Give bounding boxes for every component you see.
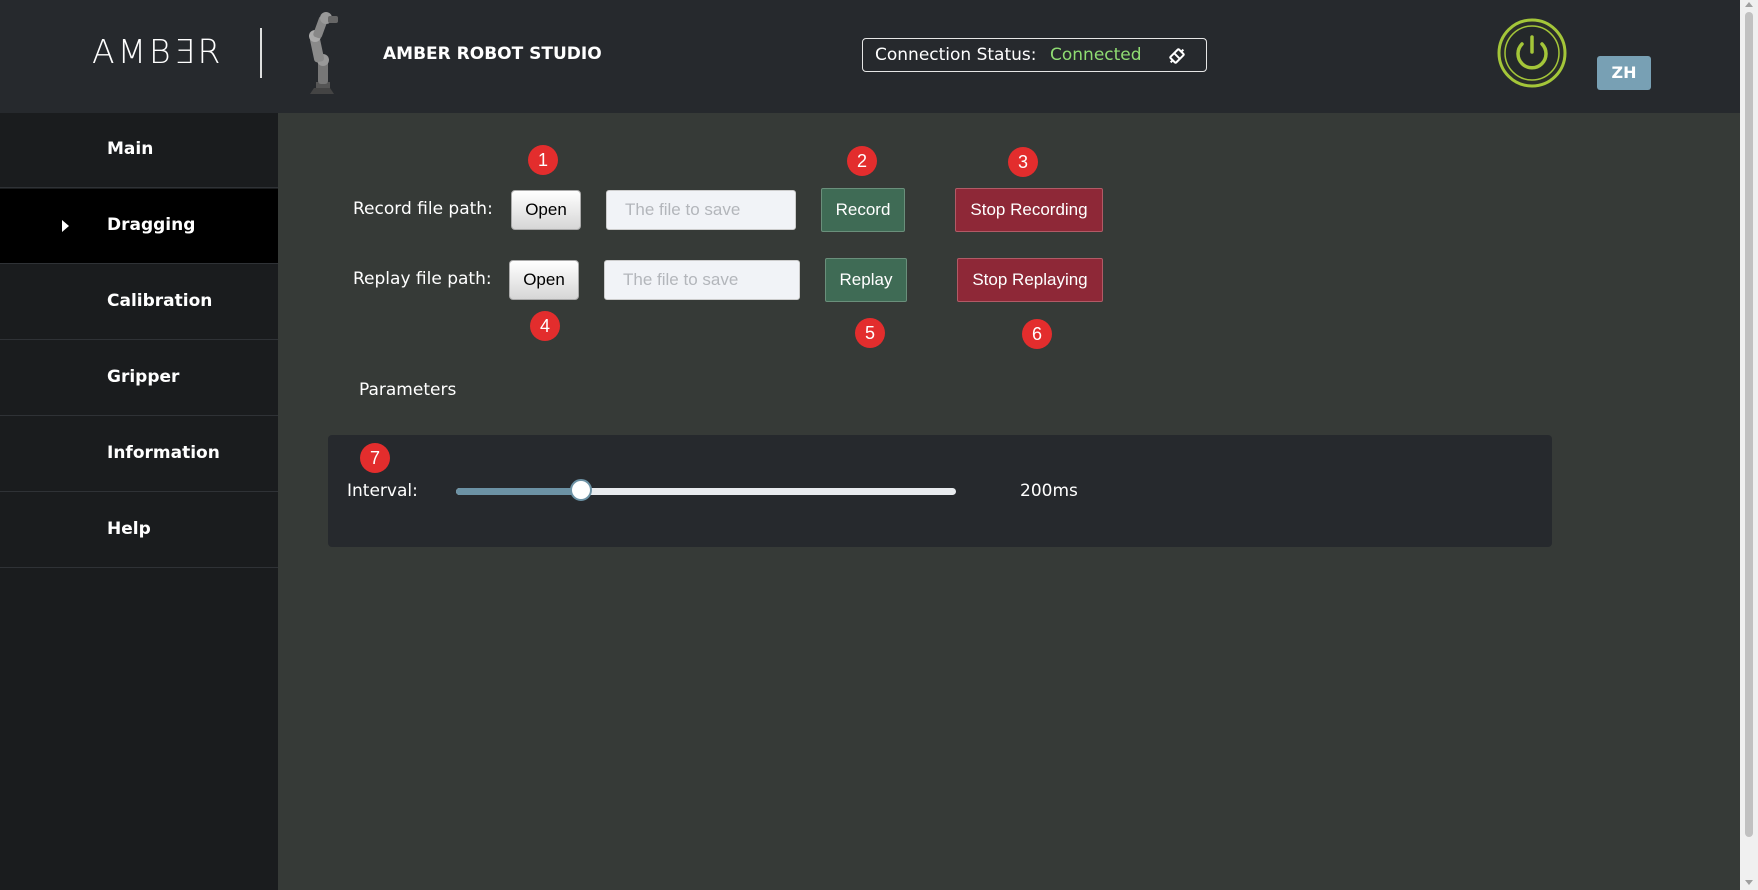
logo-divider bbox=[260, 28, 262, 78]
language-toggle-button[interactable]: ZH bbox=[1597, 56, 1651, 90]
sidebar-item-label: Calibration bbox=[107, 291, 213, 311]
stop-replaying-button[interactable]: Stop Replaying bbox=[957, 258, 1103, 302]
annotation-badge-4: 4 bbox=[530, 311, 560, 341]
record-button[interactable]: Record bbox=[821, 188, 905, 232]
sidebar-item-label: Dragging bbox=[107, 215, 196, 235]
interval-value: 200ms bbox=[1020, 481, 1078, 501]
robot-arm-image bbox=[309, 12, 338, 94]
sidebar-item-label: Information bbox=[107, 443, 220, 463]
studio-title: AMBER ROBOT STUDIO bbox=[383, 44, 602, 64]
caret-right-icon bbox=[62, 220, 69, 232]
connection-status-box: Connection Status: Connected bbox=[862, 38, 1207, 72]
interval-slider-fill bbox=[456, 488, 581, 495]
sidebar-item-label: Gripper bbox=[107, 367, 180, 387]
plug-icon[interactable] bbox=[1166, 45, 1188, 67]
scroll-down-arrow-icon[interactable] bbox=[1745, 880, 1753, 885]
stop-recording-button[interactable]: Stop Recording bbox=[955, 188, 1103, 232]
record-file-input[interactable] bbox=[606, 190, 796, 230]
sidebar-nav: Main Dragging Calibration Gripper Inform… bbox=[0, 113, 278, 890]
sidebar-item-dragging[interactable]: Dragging bbox=[0, 189, 278, 264]
interval-label: Interval: bbox=[347, 481, 418, 501]
sidebar-item-main[interactable]: Main bbox=[0, 113, 278, 188]
scroll-thumb[interactable] bbox=[1745, 12, 1753, 837]
replay-file-input[interactable] bbox=[604, 260, 800, 300]
connection-status-label: Connection Status: bbox=[875, 45, 1037, 65]
sidebar-item-gripper[interactable]: Gripper bbox=[0, 341, 278, 416]
record-file-path-label: Record file path: bbox=[353, 199, 493, 219]
replay-button[interactable]: Replay bbox=[825, 258, 907, 302]
annotation-badge-3: 3 bbox=[1008, 147, 1038, 177]
annotation-badge-5: 5 bbox=[855, 318, 885, 348]
interval-slider[interactable] bbox=[456, 479, 956, 501]
parameters-heading: Parameters bbox=[359, 380, 457, 400]
replay-file-path-label: Replay file path: bbox=[353, 269, 492, 289]
page-scrollbar[interactable] bbox=[1740, 0, 1758, 890]
scroll-up-arrow-icon[interactable] bbox=[1745, 2, 1753, 7]
replay-open-button[interactable]: Open bbox=[509, 260, 579, 300]
sidebar-item-help[interactable]: Help bbox=[0, 493, 278, 568]
sidebar-item-label: Main bbox=[107, 139, 154, 159]
annotation-badge-1: 1 bbox=[528, 145, 558, 175]
sidebar-item-label: Help bbox=[107, 519, 151, 539]
connection-status-value: Connected bbox=[1050, 45, 1142, 65]
interval-slider-thumb[interactable] bbox=[570, 479, 592, 501]
sidebar-item-information[interactable]: Information bbox=[0, 417, 278, 492]
top-header: AMB∃R AMBER ROBOT STUDIO Connection Stat… bbox=[0, 0, 1740, 113]
amber-logo: AMB∃R bbox=[92, 32, 224, 71]
annotation-badge-2: 2 bbox=[847, 146, 877, 176]
record-open-button[interactable]: Open bbox=[511, 190, 581, 230]
annotation-badge-7: 7 bbox=[360, 443, 390, 473]
sidebar-item-calibration[interactable]: Calibration bbox=[0, 265, 278, 340]
annotation-badge-6: 6 bbox=[1022, 319, 1052, 349]
power-icon[interactable] bbox=[1497, 18, 1567, 88]
